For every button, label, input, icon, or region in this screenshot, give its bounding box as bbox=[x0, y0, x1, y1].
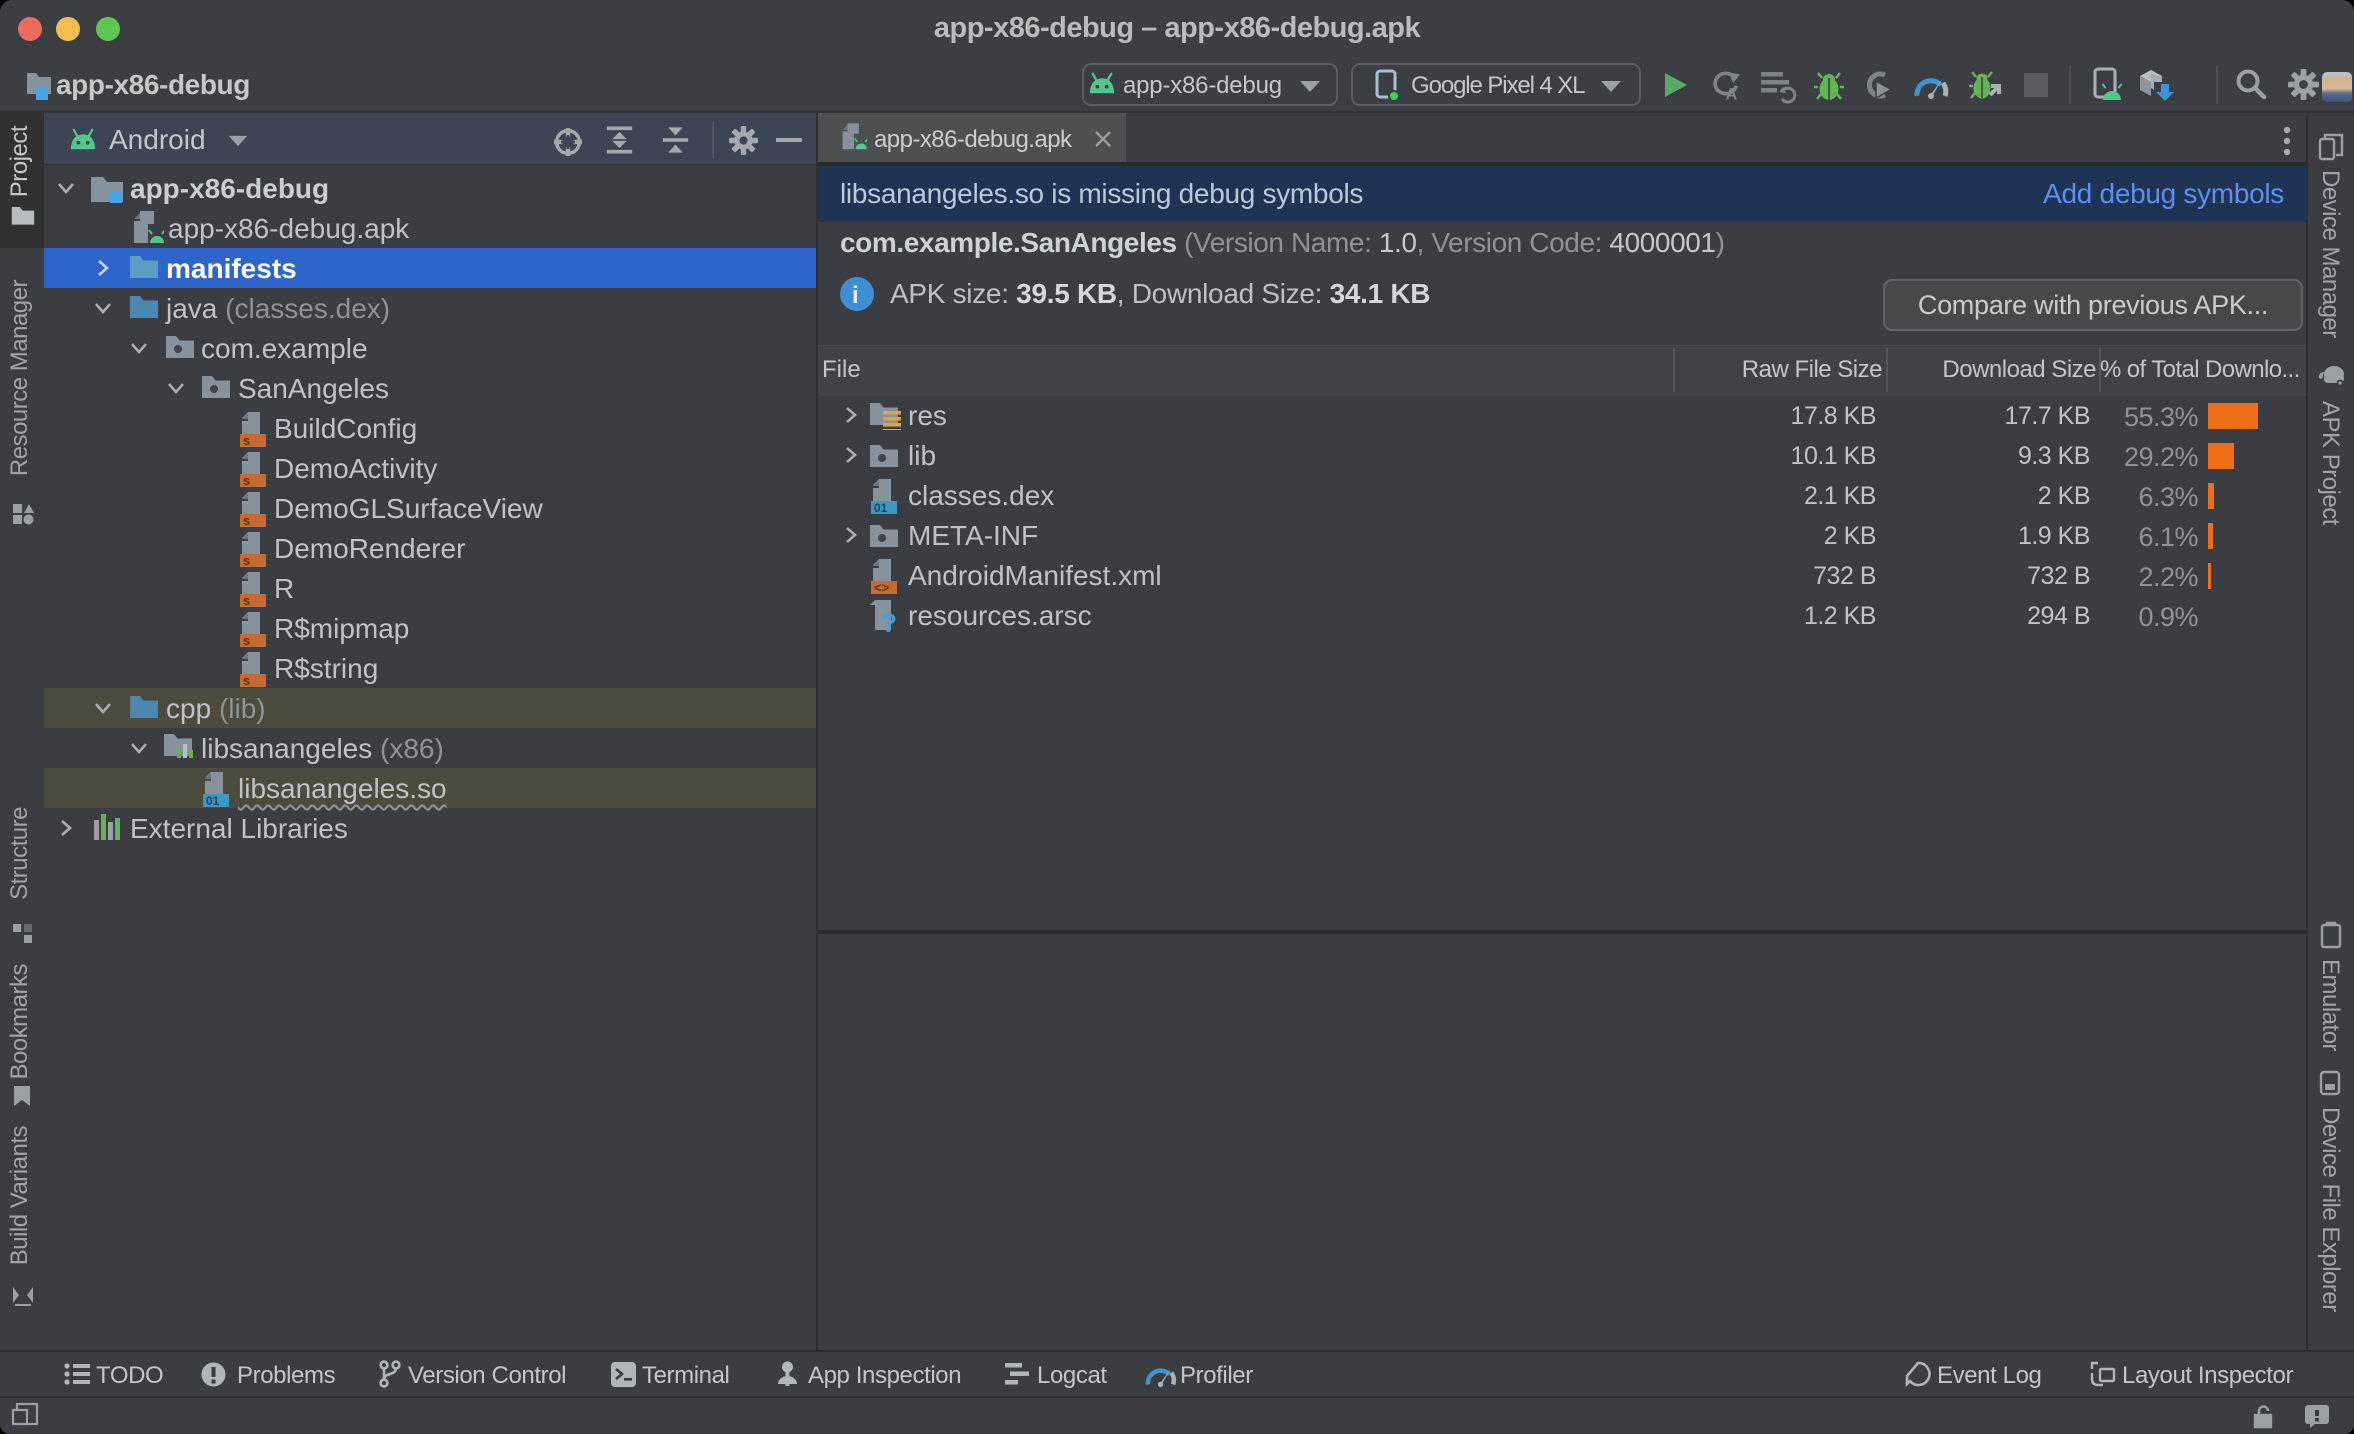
svg-text:A: A bbox=[1726, 86, 1738, 104]
